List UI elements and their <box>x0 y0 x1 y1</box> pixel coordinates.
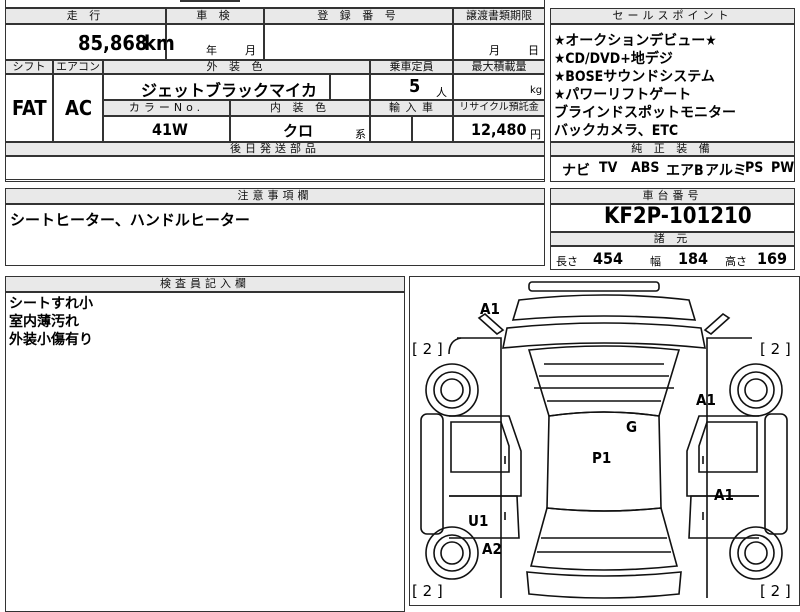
import-cell-right <box>412 116 453 142</box>
damage-mark-roof-g: G <box>626 418 638 436</box>
damage-mark-roof-p: P1 <box>592 449 612 467</box>
ac-value: AC <box>65 96 93 120</box>
transfer-month-unit: 月 <box>489 44 500 57</box>
sales-point-4: ★パワーリフトゲート <box>554 87 692 103</box>
transfer-day-unit: 日 <box>528 44 539 57</box>
tire-mark-rear-right: [ 2 ] <box>760 582 791 600</box>
equipment-item-ps: PS <box>745 160 764 176</box>
equipment-item-tv: TV <box>599 160 618 176</box>
damage-mark-left-rear: A2 <box>482 540 502 558</box>
interior-color-header: 内 装 色 <box>230 100 370 116</box>
chassis-number: KF2P-101210 <box>604 204 752 229</box>
chassis-header: 車台番号 <box>550 188 795 204</box>
tire-mark-front-right: [ 2 ] <box>760 340 791 358</box>
sales-point-3: ★BOSEサウンドシステム <box>554 69 715 85</box>
car-diagram <box>420 281 788 599</box>
damage-mark-right-front: A1 <box>696 391 716 409</box>
reg-no-header: 登 録 番 号 <box>264 8 453 24</box>
recycle-value: 12,480 <box>471 120 527 139</box>
inspector-header: 検査員記入欄 <box>5 276 405 292</box>
inspector-line-2: 室内薄汚れ <box>9 314 79 330</box>
capacity-unit: 人 <box>436 86 447 99</box>
interior-color-suffix: 系 <box>355 128 366 141</box>
inspection-year-unit: 年 <box>206 44 217 57</box>
equipment-item-airbag: エアB <box>666 163 704 179</box>
recycle-header: リサイクル預託金 <box>453 100 545 116</box>
import-cell-left <box>370 116 412 142</box>
sales-point-6: バックカメラ、ETC <box>554 123 679 139</box>
specs-header: 諸 元 <box>550 232 795 246</box>
recycle-unit: 円 <box>530 128 541 141</box>
max-load-header: 最大積載量 <box>453 60 545 74</box>
equipment-header: 純 正 装 備 <box>550 142 795 156</box>
color-no-value: 41W <box>152 120 188 139</box>
exterior-color-value: ジェットブラックマイカ <box>141 81 318 100</box>
length-value: 454 <box>593 249 624 268</box>
shift-value: FAT <box>12 96 47 120</box>
damage-mark-front: A1 <box>480 300 500 318</box>
shift-header: シフト <box>5 60 53 74</box>
capacity-value: 5 <box>409 76 421 97</box>
later-parts-cell <box>5 156 545 182</box>
tire-mark-front-left: [ 2 ] <box>412 340 443 358</box>
inspector-line-1: シートすれ小 <box>9 296 93 312</box>
interior-color-value: クロ <box>283 122 314 140</box>
later-parts-header: 後日発送部品 <box>5 142 545 156</box>
reg-no-cell <box>264 24 453 60</box>
sales-points-header: セールスポイント <box>550 8 795 24</box>
equipment-item-alloy: アルミ <box>705 163 747 179</box>
sales-point-2: ★CD/DVD+地デジ <box>554 51 673 67</box>
exterior-color-cell-2 <box>330 74 370 100</box>
import-header: 輸 入 車 <box>370 100 453 116</box>
mileage-header: 走 行 <box>5 8 166 24</box>
height-value: 169 <box>757 249 788 268</box>
equipment-item-abs: ABS <box>631 160 660 176</box>
inspection-month-unit: 月 <box>245 44 256 57</box>
exterior-color-header: 外 装 色 <box>103 60 370 74</box>
equipment-item-pw: PW <box>771 160 795 176</box>
height-label: 高さ <box>725 255 747 268</box>
tire-mark-rear-left: [ 2 ] <box>412 582 443 600</box>
width-value: 184 <box>678 249 709 268</box>
inspector-line-3: 外装小傷有り <box>9 332 93 348</box>
capacity-header: 乗車定員 <box>370 60 453 74</box>
transfer-docs-header: 譲渡書類期限 <box>453 8 545 24</box>
mileage-value: 85,868 <box>78 31 148 55</box>
sales-point-1: ★オークションデビュー★ <box>554 33 717 49</box>
length-label: 長さ <box>556 255 578 268</box>
notes-text: シートヒーター、ハンドルヒーター <box>10 211 250 229</box>
inspection-header: 車 検 <box>166 8 264 24</box>
damage-mark-left-door: U1 <box>468 512 489 530</box>
equipment-item-navi: ナビ <box>562 163 590 179</box>
width-label: 幅 <box>650 255 661 268</box>
color-no-header: カラーNo. <box>103 100 230 116</box>
cutoff-row <box>5 0 545 8</box>
ac-header: エアコン <box>53 60 103 74</box>
max-load-unit: kg <box>530 85 543 96</box>
notes-header: 注意事項欄 <box>5 188 545 204</box>
cutoff-text <box>180 0 240 2</box>
sales-point-5: ブラインドスポットモニター <box>554 105 736 121</box>
damage-mark-right-rear: A1 <box>714 486 734 504</box>
